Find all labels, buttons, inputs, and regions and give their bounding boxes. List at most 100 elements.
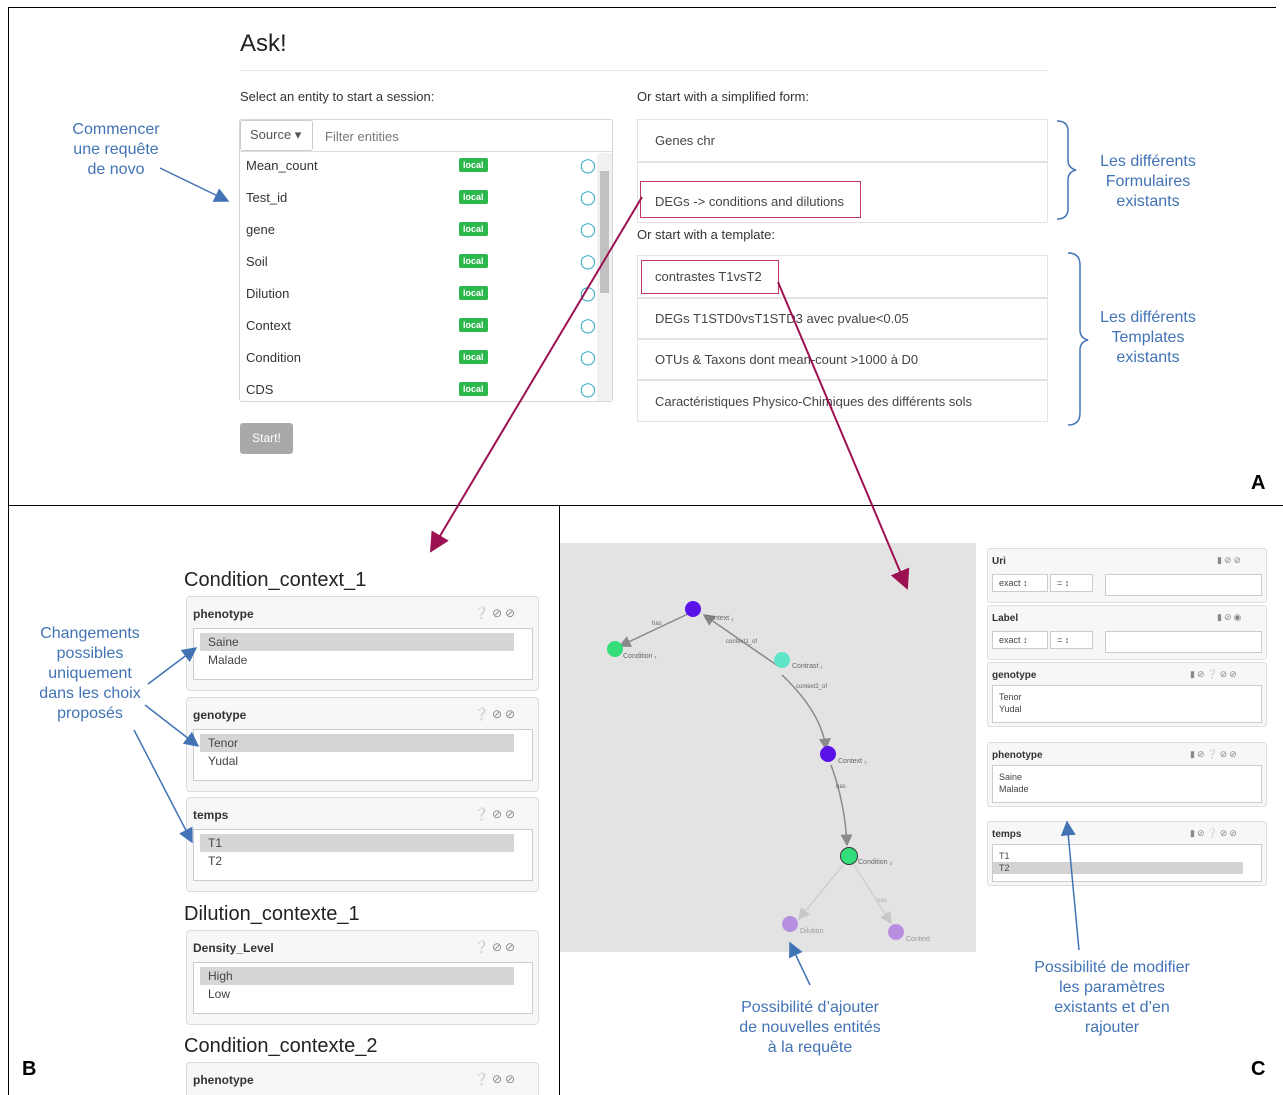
highlight-box-template (641, 260, 779, 294)
entity-row[interactable]: Condition local ◯ (246, 349, 596, 366)
scroll-thumb[interactable] (600, 171, 609, 293)
select-option[interactable]: High (200, 967, 514, 985)
edge (830, 764, 853, 847)
attr-icons[interactable]: ▮⊘❔⊘⊘ (1190, 749, 1239, 760)
globe-icon[interactable]: ◯ (580, 381, 596, 398)
start-button[interactable]: Start! (240, 423, 293, 454)
frame-top (8, 7, 1276, 8)
list-scrollbar[interactable] (597, 153, 612, 401)
edge-label: has (836, 784, 846, 790)
option-select[interactable]: Saine Malade (992, 765, 1262, 803)
attr-icons[interactable]: ▮⊘❔⊘⊘ (1190, 669, 1239, 680)
form-item-genes-chr[interactable]: Genes chr (637, 119, 1048, 162)
entity-row[interactable]: Mean_count local ◯ (246, 157, 596, 174)
attr-card-genotype: genotype ▮⊘❔⊘⊘ Tenor Yudal (987, 662, 1267, 727)
section-title: Condition_contexte_2 (184, 1035, 378, 1057)
entity-name: Context (246, 318, 291, 333)
select-option[interactable]: Yudal (200, 752, 514, 770)
option-select[interactable]: T1 T2 (193, 829, 533, 881)
node-label: Dilution (800, 928, 824, 935)
entity-prompt: Select an entity to start a session: (240, 89, 435, 104)
option-select[interactable]: Tenor Yudal (992, 685, 1262, 723)
value-input[interactable] (1105, 574, 1262, 596)
select-option[interactable]: Malade (993, 783, 1261, 795)
graph-node[interactable] (685, 601, 701, 617)
local-badge: local (459, 350, 488, 364)
option-select[interactable]: T1 T2 (992, 844, 1262, 882)
card-icons[interactable]: ❔⊘⊘ (474, 606, 518, 620)
select-option[interactable]: Yudal (993, 703, 1261, 715)
param-card-temps: temps ❔⊘⊘ T1 T2 (186, 797, 539, 892)
select-option[interactable]: T1 (200, 834, 514, 852)
node-label: Condition ₁ (623, 653, 657, 660)
highlight-box-form (640, 181, 861, 218)
entity-row[interactable]: Dilution local ◯ (246, 285, 596, 302)
local-badge: local (459, 222, 488, 236)
select-option[interactable]: Saine (200, 633, 514, 651)
simplified-prompt: Or start with a simplified form: (637, 89, 809, 104)
entity-row[interactable]: Context local ◯ (246, 317, 596, 334)
globe-icon[interactable]: ◯ (580, 285, 596, 302)
template-item[interactable]: DEGs T1STD0vsT1STD3 avec pvalue<0.05 (637, 298, 1048, 339)
node-label: Condition ₂ (858, 859, 893, 866)
graph-node[interactable] (888, 924, 904, 940)
node-label: Contrast ₁ (792, 663, 823, 670)
graph-node[interactable] (782, 916, 798, 932)
attr-label: genotype (992, 670, 1037, 681)
match-select[interactable]: exact ↕ (992, 574, 1048, 592)
value-input[interactable] (1105, 631, 1262, 653)
card-icons[interactable]: ❔⊘⊘ (474, 807, 518, 821)
attr-icons[interactable]: ▮⊘◉ (1217, 612, 1243, 623)
globe-icon[interactable]: ◯ (580, 221, 596, 238)
operator-select[interactable]: = ↕ (1050, 631, 1093, 649)
card-icons[interactable]: ❔⊘⊘ (474, 940, 518, 954)
attr-icons[interactable]: ▮⊘⊘ (1217, 555, 1243, 566)
select-option[interactable]: Tenor (200, 734, 514, 752)
globe-icon[interactable]: ◯ (580, 189, 596, 206)
entity-row[interactable]: Test_id local ◯ (246, 189, 596, 206)
select-option[interactable]: Low (200, 985, 514, 1003)
entity-name: Dilution (246, 286, 290, 301)
attr-icons[interactable]: ▮⊘❔⊘⊘ (1190, 828, 1239, 839)
select-option[interactable]: T2 (200, 852, 514, 870)
match-select[interactable]: exact ↕ (992, 631, 1048, 649)
panel-letter-a: A (1251, 472, 1266, 494)
globe-icon[interactable]: ◯ (580, 317, 596, 334)
card-icons[interactable]: ❔⊘⊘ (474, 707, 518, 721)
select-option[interactable]: T2 (993, 862, 1243, 874)
source-dropdown[interactable]: Source ▾ (240, 120, 313, 151)
template-item[interactable]: OTUs & Taxons dont mean-count >1000 à D0 (637, 339, 1048, 380)
graph-node[interactable] (820, 746, 836, 762)
entity-row[interactable]: CDS local ◯ (246, 381, 596, 398)
param-label: phenotype (193, 1073, 254, 1087)
annot-choices: Changements possibles uniquement dans le… (39, 625, 141, 722)
select-option[interactable]: T1 (993, 850, 1261, 862)
operator-select[interactable]: = ↕ (1050, 574, 1093, 592)
select-option[interactable]: Tenor (993, 691, 1261, 703)
option-select[interactable]: High Low (193, 962, 533, 1014)
graph-node[interactable] (840, 847, 858, 865)
local-badge: local (459, 254, 488, 268)
local-badge: local (459, 190, 488, 204)
graph-node[interactable] (607, 641, 623, 657)
arrow-choice-3 (133, 729, 193, 844)
select-option[interactable]: Malade (200, 651, 514, 669)
node-label: Context ₁ (705, 615, 734, 622)
globe-icon[interactable]: ◯ (580, 253, 596, 270)
globe-icon[interactable]: ◯ (580, 157, 596, 174)
option-select[interactable]: Saine Malade (193, 628, 533, 680)
panel-letter-b: B (22, 1058, 37, 1080)
edge-label: has (877, 898, 887, 904)
entity-row[interactable]: gene local ◯ (246, 221, 596, 238)
filter-input[interactable]: Filter entities (325, 129, 399, 144)
graph-node[interactable] (774, 652, 790, 668)
globe-icon[interactable]: ◯ (580, 349, 596, 366)
option-select[interactable]: Tenor Yudal (193, 729, 533, 781)
edge-label: context1_of (726, 639, 758, 645)
card-icons[interactable]: ❔⊘⊘ (474, 1072, 518, 1086)
param-label: phenotype (193, 607, 254, 621)
entity-row[interactable]: Soil local ◯ (246, 253, 596, 270)
template-item[interactable]: Caractéristiques Physico-Chimiques des d… (637, 380, 1048, 422)
select-option[interactable]: Saine (993, 771, 1261, 783)
query-graph[interactable]: Context ₁ Condition ₁ Contrast ₁ Context… (560, 543, 976, 952)
